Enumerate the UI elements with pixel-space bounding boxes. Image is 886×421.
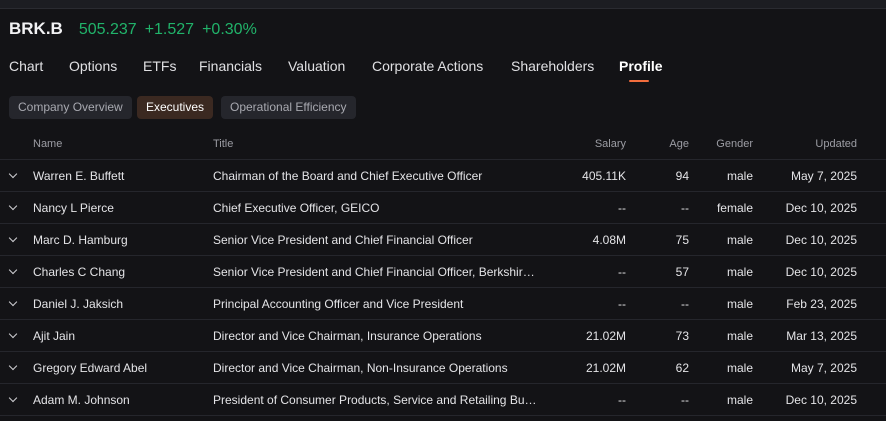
executive-updated: Dec 10, 2025 — [753, 223, 857, 256]
executive-gender: male — [689, 223, 753, 256]
executive-title: Principal Accounting Officer and Vice Pr… — [213, 296, 464, 311]
executive-salary: -- — [539, 191, 626, 224]
tab-options[interactable]: Options — [69, 58, 117, 74]
tab-etfs[interactable]: ETFs — [143, 58, 176, 74]
quote-header: BRK.B 505.237 +1.527 +0.30% — [9, 19, 265, 41]
executive-salary: 4.08M — [539, 223, 626, 256]
executive-age: -- — [626, 383, 689, 416]
executive-updated: Dec 10, 2025 — [753, 255, 857, 288]
price-change-percent: +0.30% — [202, 21, 257, 38]
executive-salary: -- — [539, 383, 626, 416]
executive-updated: May 7, 2025 — [753, 159, 857, 192]
executive-title: Chief Executive Officer, GEICO — [213, 200, 380, 215]
column-header-age[interactable]: Age — [626, 129, 689, 160]
active-tab-indicator — [629, 80, 649, 82]
executives-table: Name Title Salary Age Gender Updated War… — [0, 129, 886, 416]
table-row[interactable]: Marc D. Hamburg Senior Vice President an… — [0, 223, 886, 256]
executive-salary: 21.02M — [539, 319, 626, 352]
chevron-down-icon[interactable] — [8, 233, 18, 242]
executive-salary: 405.11K — [539, 159, 626, 192]
executive-name: Adam M. Johnson — [33, 383, 213, 416]
tab-profile[interactable]: Profile — [619, 58, 663, 74]
chevron-down-icon[interactable] — [8, 169, 18, 178]
column-header-name[interactable]: Name — [33, 129, 213, 160]
executive-title: Senior Vice President and Chief Financia… — [213, 232, 473, 247]
executive-salary: -- — [539, 255, 626, 288]
executive-age: 75 — [626, 223, 689, 256]
column-header-salary[interactable]: Salary — [539, 129, 626, 160]
executive-gender: male — [689, 319, 753, 352]
executive-title: Director and Vice Chairman, Non-Insuranc… — [213, 360, 508, 375]
executive-name: Nancy L Pierce — [33, 191, 213, 224]
executive-gender: female — [689, 191, 753, 224]
executive-name: Warren E. Buffett — [33, 159, 213, 192]
ticker-symbol: BRK.B — [9, 19, 63, 38]
executive-age: 62 — [626, 351, 689, 384]
executive-title: Chairman of the Board and Chief Executiv… — [213, 168, 483, 183]
table-row[interactable]: Ajit Jain Director and Vice Chairman, In… — [0, 319, 886, 352]
executive-age: -- — [626, 287, 689, 320]
executive-name: Charles C Chang — [33, 255, 213, 288]
executive-gender: male — [689, 383, 753, 416]
table-row[interactable]: Adam M. Johnson President of Consumer Pr… — [0, 383, 886, 416]
executive-name: Marc D. Hamburg — [33, 223, 213, 256]
executive-name: Daniel J. Jaksich — [33, 287, 213, 320]
tab-shareholders[interactable]: Shareholders — [511, 58, 594, 74]
table-row[interactable]: Daniel J. Jaksich Principal Accounting O… — [0, 287, 886, 320]
subtab-executives[interactable]: Executives — [137, 96, 214, 119]
executive-age: 57 — [626, 255, 689, 288]
executive-updated: Dec 10, 2025 — [753, 191, 857, 224]
table-row[interactable]: Gregory Edward Abel Director and Vice Ch… — [0, 351, 886, 384]
executive-gender: male — [689, 159, 753, 192]
column-header-title[interactable]: Title — [213, 129, 539, 160]
subtab-operational-efficiency[interactable]: Operational Efficiency — [221, 96, 356, 119]
top-bar — [0, 0, 886, 9]
tab-financials[interactable]: Financials — [199, 58, 262, 74]
table-row[interactable]: Warren E. Buffett Chairman of the Board … — [0, 159, 886, 192]
tab-valuation[interactable]: Valuation — [288, 58, 345, 74]
executive-age: 94 — [626, 159, 689, 192]
table-row[interactable]: Nancy L Pierce Chief Executive Officer, … — [0, 191, 886, 224]
main-tabs: Chart Options ETFs Financials Valuation … — [0, 58, 886, 82]
price-change: +1.527 — [144, 21, 195, 38]
chevron-down-icon[interactable] — [8, 297, 18, 306]
chevron-down-icon[interactable] — [8, 265, 18, 274]
chevron-down-icon[interactable] — [8, 201, 18, 210]
last-price: 505.237 — [78, 21, 137, 38]
column-header-updated[interactable]: Updated — [753, 129, 857, 160]
executive-gender: male — [689, 287, 753, 320]
header-spacer — [857, 129, 886, 160]
table-header-row: Name Title Salary Age Gender Updated — [0, 129, 886, 160]
expand-column-header — [0, 129, 33, 160]
executive-age: -- — [626, 191, 689, 224]
executive-age: 73 — [626, 319, 689, 352]
executive-updated: Feb 23, 2025 — [753, 287, 857, 320]
chevron-down-icon[interactable] — [8, 329, 18, 338]
executive-title: Director and Vice Chairman, Insurance Op… — [213, 328, 482, 343]
chevron-down-icon[interactable] — [8, 361, 18, 370]
executive-gender: male — [689, 351, 753, 384]
executive-salary: -- — [539, 287, 626, 320]
executive-salary: 21.02M — [539, 351, 626, 384]
table-row[interactable]: Charles C Chang Senior Vice President an… — [0, 255, 886, 288]
chevron-down-icon[interactable] — [8, 393, 18, 402]
executive-updated: May 7, 2025 — [753, 351, 857, 384]
tab-corporate-actions[interactable]: Corporate Actions — [372, 58, 483, 74]
executive-name: Ajit Jain — [33, 319, 213, 352]
column-header-gender[interactable]: Gender — [689, 129, 753, 160]
subtab-company-overview[interactable]: Company Overview — [9, 96, 132, 119]
tab-chart[interactable]: Chart — [9, 58, 43, 74]
executive-updated: Dec 10, 2025 — [753, 383, 857, 416]
executive-name: Gregory Edward Abel — [33, 351, 213, 384]
executive-title: Senior Vice President and Chief Financia… — [213, 264, 537, 279]
executive-updated: Mar 13, 2025 — [753, 319, 857, 352]
executive-title: President of Consumer Products, Service … — [213, 392, 537, 407]
executive-gender: male — [689, 255, 753, 288]
